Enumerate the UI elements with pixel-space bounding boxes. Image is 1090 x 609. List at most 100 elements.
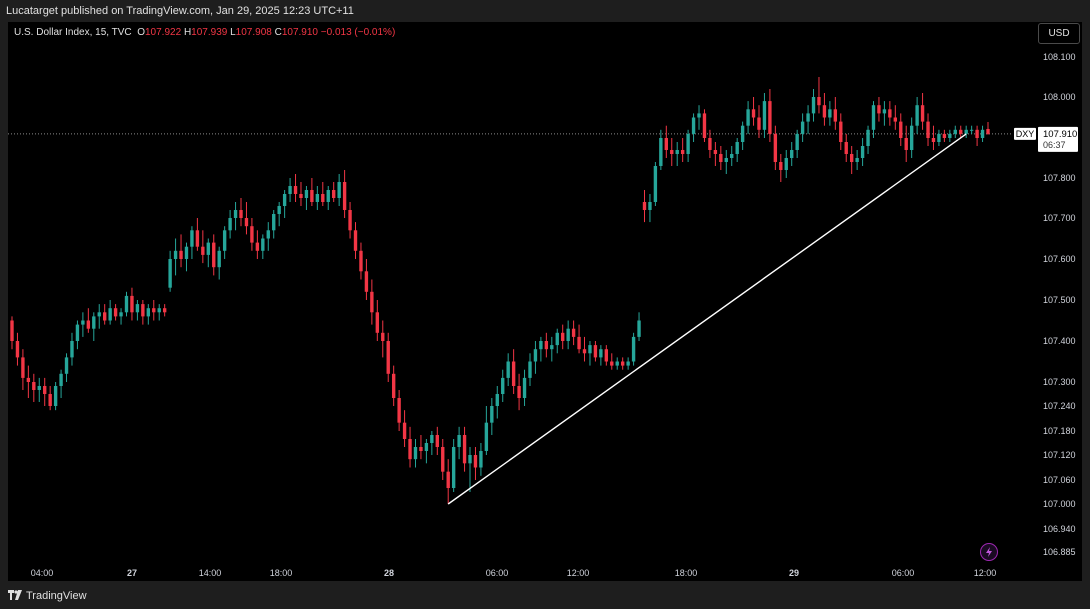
currency-button[interactable]: USD (1038, 23, 1080, 44)
y-tick-label: 107.800 (1043, 173, 1076, 183)
candle-body (228, 218, 232, 231)
candle-body (604, 349, 609, 362)
candle-body (975, 129, 979, 138)
candle-body (261, 238, 265, 251)
candle-body (435, 435, 439, 447)
candle-body (282, 194, 287, 206)
candle-body (751, 109, 756, 118)
y-tick-label: 107.300 (1043, 377, 1076, 387)
candle-body (915, 105, 919, 126)
candle-body (484, 422, 489, 451)
candle-body (315, 194, 320, 202)
candle-body (32, 382, 36, 390)
candle-body (64, 357, 69, 374)
candle-body (784, 158, 788, 170)
candle-body (359, 250, 363, 272)
candle-body (348, 210, 352, 231)
candle-body (173, 250, 178, 259)
candle-body (642, 202, 647, 210)
candle-body (637, 320, 641, 337)
candle-body (206, 242, 210, 255)
candle-body (806, 113, 810, 122)
candle-body (152, 308, 156, 313)
x-tick-label: 14:00 (199, 568, 222, 578)
candle-body (217, 250, 221, 268)
y-tick-label: 107.000 (1043, 499, 1076, 509)
candle-body (304, 190, 309, 198)
x-tick-label: 27 (127, 568, 137, 578)
candle-body (828, 109, 832, 118)
legend-change: −0.013 (−0.01%) (320, 27, 396, 38)
candle-body (599, 349, 603, 358)
candle-body (451, 447, 456, 488)
candle-body (124, 295, 129, 313)
candle-body (342, 182, 347, 210)
lightning-icon[interactable] (980, 543, 998, 561)
candle-body (517, 386, 521, 398)
x-tick-label: 12:00 (567, 568, 590, 578)
candle-body (457, 435, 461, 447)
candle-body (179, 250, 183, 259)
candle-body (441, 447, 445, 472)
candle-body (849, 154, 854, 162)
candle-body (430, 435, 434, 443)
candle-body (59, 373, 63, 386)
candle-body (119, 312, 123, 317)
y-tick-label: 107.060 (1043, 475, 1076, 485)
candle-body (691, 117, 696, 134)
candle-body (920, 105, 925, 122)
candle-body (413, 447, 418, 460)
price-tag-value: 107.910 (1043, 129, 1077, 140)
candle-body (860, 146, 865, 158)
price-chart[interactable]: 108.100108.000107.900107.800107.700107.6… (0, 0, 1090, 609)
candle-body (757, 117, 761, 130)
candle-body (495, 394, 499, 406)
candle-body (882, 109, 887, 114)
candle-body (735, 142, 739, 154)
candle-body (528, 361, 532, 378)
candle-body (855, 158, 859, 162)
legend-close-label: C (274, 27, 282, 38)
candle-body (893, 117, 897, 122)
candle-body (931, 138, 936, 142)
candle-body (648, 202, 652, 210)
candle-body (593, 345, 598, 358)
candle-body (888, 109, 892, 118)
candle-body (566, 328, 570, 341)
candle-body (326, 190, 330, 202)
candle-body (391, 373, 396, 398)
candle-body (244, 218, 249, 227)
x-tick-label: 18:00 (675, 568, 698, 578)
candle-body (877, 105, 881, 114)
candle-body (866, 129, 870, 146)
candle-body (375, 312, 380, 333)
candle-body (588, 345, 592, 354)
candle-body (190, 230, 194, 247)
candle-body (146, 308, 151, 317)
candle-body (664, 138, 668, 150)
candle-body (310, 190, 314, 202)
tradingview-logo[interactable]: TradingView (8, 590, 87, 602)
candle-body (811, 97, 816, 114)
candle-body (468, 455, 472, 464)
x-tick-label: 18:00 (270, 568, 293, 578)
x-tick-label: 06:00 (486, 568, 509, 578)
y-tick-label: 107.120 (1043, 450, 1076, 460)
price-tag-countdown: 06:37 (1043, 140, 1066, 150)
candle-body (381, 332, 385, 341)
legend-low-value: 107.908 (235, 27, 272, 38)
candle-body (402, 422, 407, 439)
legend-symbol: U.S. Dollar Index, 15, TVC (14, 27, 132, 38)
candle-body (631, 336, 636, 362)
candle-body (686, 133, 690, 154)
candle-body (904, 138, 908, 150)
candle-body (659, 138, 663, 166)
ohlc-legend: U.S. Dollar Index, 15, TVC O107.922 H107… (14, 27, 395, 38)
candle-body (697, 113, 701, 118)
candle-body (332, 190, 336, 198)
candle-body (135, 304, 140, 313)
candle-body (490, 406, 494, 423)
y-tick-label: 107.240 (1043, 401, 1076, 411)
candle-body (550, 345, 554, 350)
candle-body (53, 386, 58, 406)
